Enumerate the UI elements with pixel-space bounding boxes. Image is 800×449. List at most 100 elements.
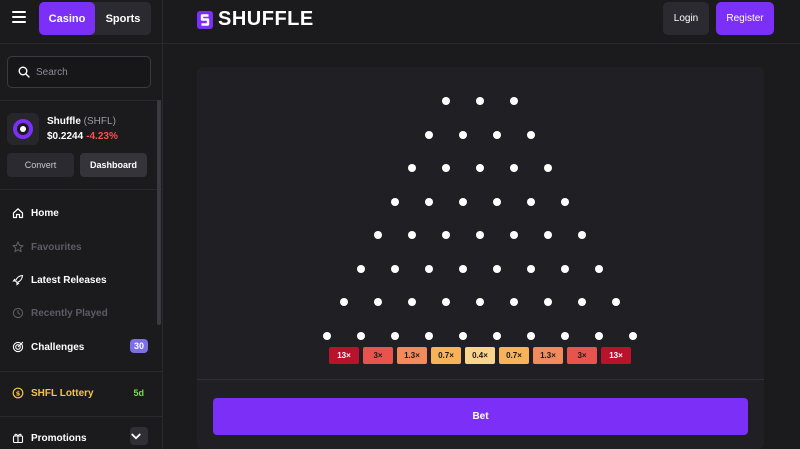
multiplier-slot: 0.4× bbox=[465, 347, 495, 364]
sidebar-item-promotions[interactable]: Promotions bbox=[12, 427, 152, 448]
plinko-peg bbox=[527, 264, 535, 273]
plinko-peg bbox=[493, 130, 501, 139]
plinko-peg bbox=[323, 331, 331, 340]
sidebar-item-favourites[interactable]: Favourites bbox=[12, 237, 152, 257]
plinko-peg bbox=[374, 298, 382, 306]
sidebar-item-label: Promotions bbox=[31, 432, 87, 444]
gift-icon bbox=[12, 433, 24, 444]
plinko-peg bbox=[544, 298, 552, 306]
coin-icon: $ bbox=[12, 387, 24, 399]
home-icon bbox=[12, 208, 24, 219]
plinko-peg bbox=[493, 264, 501, 273]
sidebar-item-challenges[interactable]: Challenges 30 bbox=[12, 337, 152, 357]
token-price: $0.2244 -4.23% bbox=[47, 131, 118, 142]
plinko-peg bbox=[442, 164, 450, 172]
panel-divider bbox=[197, 379, 764, 380]
target-icon bbox=[12, 341, 24, 353]
bet-button[interactable]: Bet bbox=[213, 398, 748, 435]
multiplier-slot: 13× bbox=[601, 347, 631, 364]
plinko-peg bbox=[442, 231, 450, 239]
multiplier-slot: 1.3× bbox=[397, 347, 427, 364]
rocket-icon bbox=[12, 274, 24, 286]
plinko-game-panel: 13× 3× 1.3× 0.7× 0.4× 0.7× 1.3× 3× 13× Bet bbox=[197, 67, 764, 449]
lottery-days-badge: 5d bbox=[133, 388, 144, 398]
plinko-peg bbox=[527, 331, 535, 340]
plinko-peg bbox=[459, 264, 467, 273]
sidebar-item-label: Challenges bbox=[31, 341, 85, 353]
tab-sports[interactable]: Sports bbox=[95, 2, 151, 35]
register-button[interactable]: Register bbox=[716, 2, 774, 35]
multiplier-slot: 3× bbox=[363, 347, 393, 364]
plinko-peg bbox=[425, 264, 433, 273]
multiplier-slot: 0.7× bbox=[499, 347, 529, 364]
promotions-expand-button[interactable] bbox=[130, 427, 148, 445]
plinko-peg bbox=[527, 197, 535, 206]
search-icon bbox=[18, 66, 30, 78]
plinko-peg bbox=[357, 264, 365, 273]
search-box[interactable] bbox=[7, 56, 151, 88]
plinko-peg bbox=[374, 231, 382, 239]
plinko-peg bbox=[544, 164, 552, 172]
plinko-peg bbox=[510, 164, 518, 172]
plinko-peg bbox=[476, 231, 484, 239]
plinko-peg bbox=[578, 298, 586, 306]
divider bbox=[0, 189, 163, 190]
convert-button[interactable]: Convert bbox=[7, 153, 74, 177]
sidebar: Casino Sports Shuffle (SHFL) $0.2244-4.2… bbox=[0, 0, 163, 449]
multiplier-slot: 0.7× bbox=[431, 347, 461, 364]
shfl-token-logo bbox=[7, 113, 39, 145]
plinko-peg bbox=[425, 197, 433, 206]
menu-icon[interactable] bbox=[12, 11, 26, 25]
tab-casino[interactable]: Casino bbox=[39, 2, 95, 35]
plinko-peg bbox=[391, 331, 399, 340]
plinko-peg bbox=[629, 331, 637, 340]
plinko-peg bbox=[459, 197, 467, 206]
plinko-peg bbox=[493, 197, 501, 206]
sidebar-item-recently-played[interactable]: Recently Played bbox=[12, 303, 152, 323]
sidebar-item-label: Home bbox=[31, 207, 59, 219]
plinko-peg bbox=[612, 298, 620, 306]
sidebar-item-shfl-lottery[interactable]: $ SHFL Lottery 5d bbox=[12, 383, 152, 403]
token-name: Shuffle (SHFL) bbox=[47, 116, 116, 127]
sidebar-item-label: Favourites bbox=[31, 241, 82, 253]
plinko-peg bbox=[425, 331, 433, 340]
plinko-peg bbox=[476, 97, 484, 105]
sidebar-scrollbar[interactable] bbox=[157, 100, 161, 325]
plinko-peg bbox=[408, 298, 416, 306]
plinko-peg bbox=[476, 298, 484, 306]
divider bbox=[0, 100, 163, 101]
dashboard-button[interactable]: Dashboard bbox=[80, 153, 147, 177]
token-widget: Shuffle (SHFL) $0.2244 -4.23% bbox=[7, 113, 157, 147]
plinko-peg bbox=[408, 164, 416, 172]
plinko-peg bbox=[340, 298, 348, 306]
plinko-peg bbox=[459, 331, 467, 340]
star-icon bbox=[12, 241, 24, 253]
logo-text: SHUFFLE bbox=[218, 8, 314, 30]
search-input[interactable] bbox=[36, 66, 146, 78]
plinko-peg bbox=[476, 164, 484, 172]
token-change: -4.23% bbox=[86, 131, 118, 142]
casino-sports-tabs: Casino Sports bbox=[39, 2, 151, 35]
sidebar-item-home[interactable]: Home bbox=[12, 203, 152, 223]
plinko-peg bbox=[442, 298, 450, 306]
shuffle-logo-icon bbox=[197, 10, 213, 29]
plinko-peg bbox=[442, 97, 450, 105]
top-header: SHUFFLE Login Register bbox=[163, 0, 800, 44]
multiplier-slot: 13× bbox=[329, 347, 359, 364]
divider bbox=[0, 371, 163, 372]
divider bbox=[0, 416, 163, 417]
sidebar-item-latest-releases[interactable]: Latest Releases bbox=[12, 270, 152, 290]
plinko-peg bbox=[561, 331, 569, 340]
plinko-peg bbox=[510, 231, 518, 239]
plinko-peg bbox=[459, 130, 467, 139]
plinko-peg bbox=[578, 231, 586, 239]
shuffle-logo[interactable]: SHUFFLE bbox=[196, 8, 314, 31]
plinko-board: 13× 3× 1.3× 0.7× 0.4× 0.7× 1.3× 3× 13× bbox=[197, 67, 764, 379]
plinko-peg bbox=[595, 264, 603, 273]
plinko-peg bbox=[510, 97, 518, 105]
login-button[interactable]: Login bbox=[663, 2, 709, 35]
sidebar-header: Casino Sports bbox=[0, 0, 163, 44]
plinko-peg bbox=[408, 231, 416, 239]
plinko-peg bbox=[493, 331, 501, 340]
sidebar-item-label: Latest Releases bbox=[31, 274, 107, 286]
